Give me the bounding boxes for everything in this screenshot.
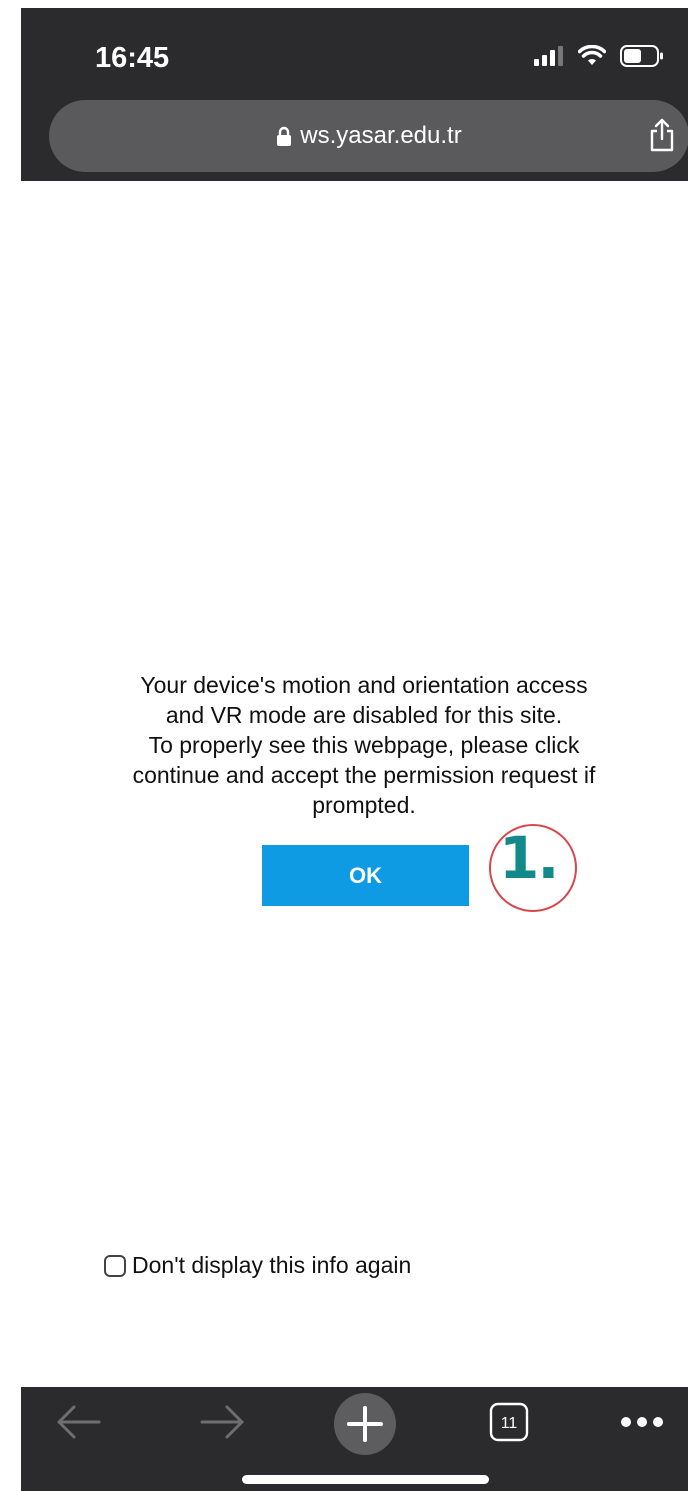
- share-icon[interactable]: [647, 118, 677, 152]
- tabs-icon: 11: [489, 1402, 529, 1442]
- address-content: ws.yasar.edu.tr: [49, 100, 688, 172]
- more-button[interactable]: [617, 1387, 667, 1457]
- tab-count: 11: [501, 1415, 518, 1432]
- wifi-icon: [578, 45, 606, 65]
- message-line: prompted.: [312, 792, 416, 818]
- signal-icon: [534, 46, 563, 66]
- more-icon: [621, 1417, 663, 1427]
- status-icons: [534, 44, 664, 68]
- dont-display-again-checkbox[interactable]: [104, 1254, 126, 1277]
- message-line: and VR mode are disabled for this site.: [165, 702, 563, 728]
- annotation-step-label: 1.: [499, 824, 559, 892]
- message-line: continue and accept the permission reque…: [132, 762, 596, 788]
- forward-button[interactable]: [198, 1387, 248, 1457]
- new-tab-button[interactable]: [333, 1389, 397, 1459]
- top-browser-chrome: 16:45 ws.yasar.edu.tr: [21, 8, 688, 181]
- message-line: To properly see this webpage, please cli…: [148, 732, 580, 758]
- url-text: ws.yasar.edu.tr: [300, 122, 462, 149]
- back-button[interactable]: [53, 1387, 103, 1457]
- status-time: 16:45: [95, 42, 170, 74]
- permission-message: Your device's motion and orientation acc…: [44, 670, 684, 820]
- forward-arrow-icon: [200, 1405, 244, 1439]
- battery-icon: [620, 45, 663, 67]
- dont-display-again-label: Don't display this info again: [132, 1252, 412, 1278]
- browser-screen: 16:45 ws.yasar.edu.tr Your device's moti…: [0, 0, 688, 1491]
- home-indicator[interactable]: [242, 1475, 489, 1484]
- back-arrow-icon: [57, 1405, 101, 1439]
- ok-button[interactable]: OK: [262, 845, 469, 906]
- lock-icon: [277, 126, 292, 146]
- dont-display-again-row[interactable]: Don't display this info again: [104, 1252, 411, 1279]
- address-bar[interactable]: ws.yasar.edu.tr: [49, 100, 688, 172]
- message-line: Your device's motion and orientation acc…: [140, 672, 588, 698]
- new-tab-plus-icon: [334, 1393, 396, 1455]
- tabs-button[interactable]: 11: [487, 1387, 531, 1457]
